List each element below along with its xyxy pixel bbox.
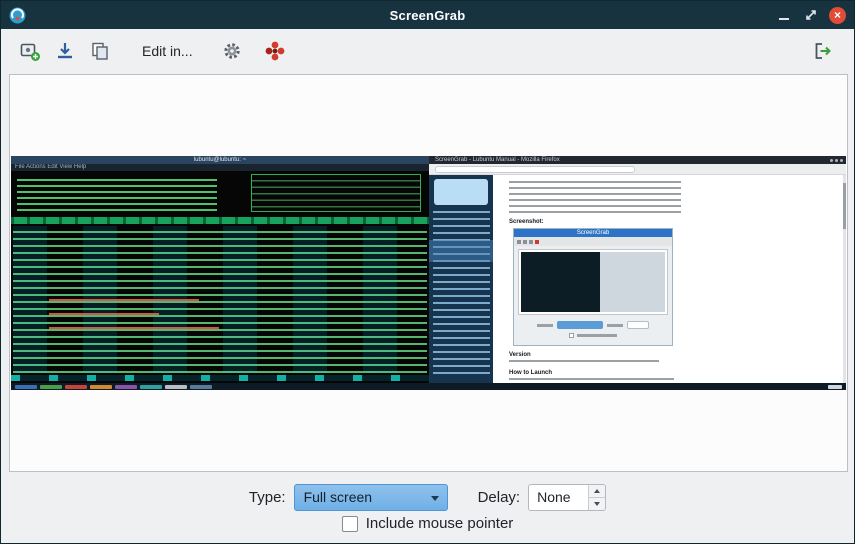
window-title: ScreenGrab <box>1 8 854 23</box>
edit-in-button[interactable]: Edit in... <box>142 36 193 66</box>
preview-browser-urlbar <box>435 166 635 173</box>
nested-screengrab-image: ScreenGrab <box>513 228 673 346</box>
include-pointer-checkbox[interactable] <box>342 516 358 532</box>
paragraph-lines <box>509 360 659 366</box>
app-logo-icon <box>9 7 26 24</box>
browser-scrollbar <box>843 175 846 383</box>
terminal-status-box <box>251 174 421 212</box>
screengrab-logo-icon <box>264 40 286 62</box>
terminal-error-line <box>49 313 159 315</box>
titlebar[interactable]: ScreenGrab × <box>1 1 854 29</box>
window-controls: × <box>775 6 846 24</box>
minimize-icon <box>778 9 790 21</box>
include-pointer-label[interactable]: Include mouse pointer <box>366 515 514 532</box>
about-button[interactable] <box>260 36 290 66</box>
type-select[interactable]: Full screen <box>294 484 448 511</box>
maximize-button[interactable] <box>802 6 820 24</box>
paragraph-lines <box>509 181 681 217</box>
screenshot-preview: lubuntu@lubuntu: ~ File Actions Edit Vie… <box>11 156 846 390</box>
include-pointer-row: Include mouse pointer <box>1 515 854 532</box>
chevron-down-icon <box>594 502 600 506</box>
new-screenshot-button[interactable] <box>15 36 45 66</box>
nested-screenshot <box>521 252 665 312</box>
chevron-down-icon <box>431 496 439 501</box>
gear-icon <box>222 41 242 61</box>
preview-browser-title-text: ScreenGrab - Lubuntu Manual - Mozilla Fi… <box>435 156 560 164</box>
minimize-button[interactable] <box>775 6 793 24</box>
preview-browser-window: ScreenGrab - Lubuntu Manual - Mozilla Fi… <box>429 156 846 383</box>
heading-screenshot: Screenshot: <box>509 218 544 226</box>
preview-browser-sidebar <box>429 175 493 383</box>
spin-down-button[interactable] <box>589 498 605 510</box>
preview-taskbar <box>11 383 846 390</box>
toolbar: Edit in... <box>1 29 854 73</box>
options-button[interactable] <box>217 36 247 66</box>
nested-window-title: ScreenGrab <box>514 229 672 237</box>
preview-browser-toolbar <box>429 164 846 175</box>
nested-delay-spinbox <box>627 321 649 329</box>
sidebar-highlighted-items <box>429 240 493 262</box>
preview-terminal-menubar: File Actions Edit View Help <box>11 164 429 171</box>
save-icon <box>55 41 75 61</box>
capture-controls: Type: Full screen Delay: None <box>1 482 854 512</box>
screengrab-window: ScreenGrab × <box>0 0 855 544</box>
quit-icon <box>813 41 833 61</box>
terminal-function-key-bar <box>11 375 429 381</box>
close-icon: × <box>834 9 841 21</box>
preview-browser-titlebar: ScreenGrab - Lubuntu Manual - Mozilla Fi… <box>429 156 846 164</box>
chevron-up-icon <box>594 489 600 493</box>
preview-terminal-titlebar: lubuntu@lubuntu: ~ <box>11 156 429 164</box>
nested-preview-frame <box>518 249 668 315</box>
terminal-table-header <box>11 217 429 224</box>
sidebar-thumbnail <box>434 179 488 205</box>
preview-terminal-window: lubuntu@lubuntu: ~ File Actions Edit Vie… <box>11 156 429 383</box>
sidebar-toc-lines <box>433 211 490 379</box>
maximize-icon <box>805 9 817 21</box>
heading-version: Version <box>509 351 531 359</box>
save-button[interactable] <box>50 36 80 66</box>
close-button[interactable]: × <box>829 7 846 24</box>
terminal-error-line <box>49 327 219 329</box>
quit-button[interactable] <box>808 36 838 66</box>
delay-spinbox[interactable]: None <box>528 484 606 511</box>
preview-browser-content: Screenshot: ScreenGrab <box>493 175 842 383</box>
nested-controls-row <box>514 319 672 331</box>
type-select-value: Full screen <box>304 489 372 505</box>
spin-up-button[interactable] <box>589 485 605 498</box>
delay-label: Delay: <box>478 489 521 506</box>
copy-icon <box>90 41 110 61</box>
taskbar-clock <box>828 385 842 389</box>
nested-type-dropdown <box>557 321 603 329</box>
terminal-info-lines <box>17 175 217 213</box>
spinner-buttons <box>588 485 605 510</box>
delay-value: None <box>529 489 570 505</box>
heading-how-to-launch: How to Launch <box>509 369 552 377</box>
nested-toolbar <box>514 237 672 246</box>
preview-browser-window-buttons <box>830 159 843 162</box>
terminal-error-line <box>49 299 199 301</box>
type-label: Type: <box>249 489 286 506</box>
preview-browser-body: Screenshot: ScreenGrab <box>429 175 846 383</box>
preview-frame: lubuntu@lubuntu: ~ File Actions Edit Vie… <box>9 74 848 472</box>
preview-terminal-body <box>11 171 429 383</box>
new-screenshot-icon <box>19 40 41 62</box>
nested-checkbox-row <box>514 333 672 338</box>
copy-button[interactable] <box>85 36 115 66</box>
